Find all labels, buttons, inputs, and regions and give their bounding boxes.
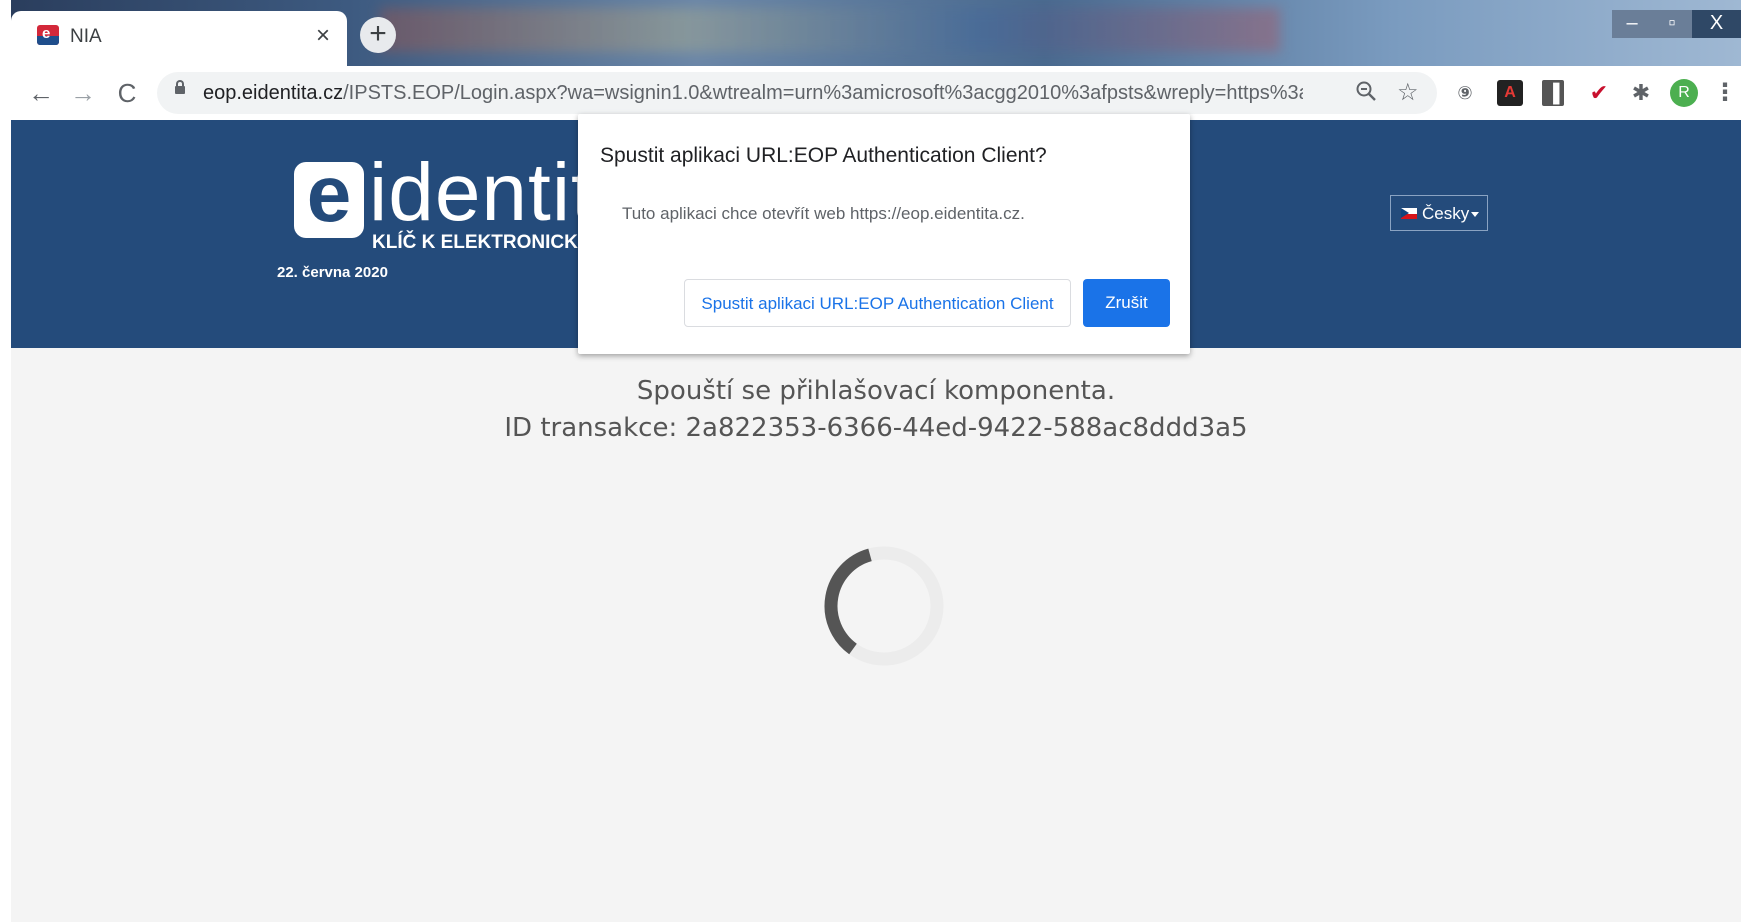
new-tab-button[interactable]: + <box>360 17 396 53</box>
cancel-button[interactable]: Zrušit <box>1083 279 1170 327</box>
reader-icon[interactable]: ▐ <box>1542 80 1564 106</box>
forward-button[interactable]: → <box>66 76 100 110</box>
profile-avatar[interactable]: R <box>1670 79 1698 107</box>
loading-message: Spouští se přihlašovací komponenta. <box>636 376 1116 406</box>
menu-icon[interactable]: ⋮ <box>1712 80 1738 106</box>
puzzle-icon[interactable]: ✱ <box>1628 80 1654 106</box>
zoom-icon[interactable] <box>1355 80 1377 108</box>
dialog-text: Tuto aplikaci chce otevřít web https://e… <box>622 204 1025 223</box>
address-bar[interactable]: eop.eidentita.cz/IPSTS.EOP/Login.aspx?wa… <box>157 72 1437 114</box>
language-dropdown[interactable]: Česky <box>1390 195 1488 231</box>
tab-close-icon[interactable]: × <box>316 22 330 50</box>
pdf-icon[interactable]: A <box>1497 80 1523 106</box>
minimize-button[interactable]: – <box>1612 10 1652 38</box>
browser-toolbar: ← → C eop.eidentita.cz/IPSTS.EOP/Login.a… <box>0 66 1741 120</box>
back-button[interactable]: ← <box>24 76 58 110</box>
eidentita-favicon-icon: e <box>37 25 59 45</box>
tab-title: NIA <box>70 26 102 47</box>
window-edge <box>0 0 11 922</box>
background-tabs <box>380 8 1280 52</box>
star-icon[interactable]: ☆ <box>1397 78 1419 107</box>
header-date: 22. června 2020 <box>277 264 388 281</box>
caret-down-icon <box>1471 212 1479 217</box>
dialog-title: Spustit aplikaci URL:EOP Authentication … <box>600 144 1047 167</box>
pocket-icon[interactable]: ✔ <box>1586 80 1612 106</box>
extension-icon[interactable]: ⑨ <box>1452 80 1478 106</box>
lock-icon[interactable] <box>175 80 185 94</box>
czech-flag-icon <box>1401 208 1417 219</box>
open-app-dialog: Spustit aplikaci URL:EOP Authentication … <box>578 114 1190 354</box>
url-path: /IPSTS.EOP/Login.aspx?wa=wsignin1.0&wtre… <box>343 82 1303 104</box>
logo-e-icon: e <box>294 154 364 238</box>
open-app-button[interactable]: Spustit aplikaci URL:EOP Authentication … <box>684 279 1071 327</box>
transaction-id: ID transakce: 2a822353-6366-44ed-9422-58… <box>504 413 1248 443</box>
maximize-button[interactable]: ▫ <box>1652 10 1692 38</box>
close-window-button[interactable]: X <box>1692 10 1741 38</box>
loading-spinner-icon <box>818 540 950 672</box>
main-content: Spouští se přihlašovací komponenta. ID t… <box>11 348 1741 922</box>
browser-tab[interactable]: e NIA × <box>11 11 347 67</box>
reload-button[interactable]: C <box>110 76 144 110</box>
url-host: eop.eidentita.cz <box>203 82 344 104</box>
language-label: Česky <box>1422 204 1470 223</box>
url-text[interactable]: eop.eidentita.cz/IPSTS.EOP/Login.aspx?wa… <box>203 82 1303 105</box>
